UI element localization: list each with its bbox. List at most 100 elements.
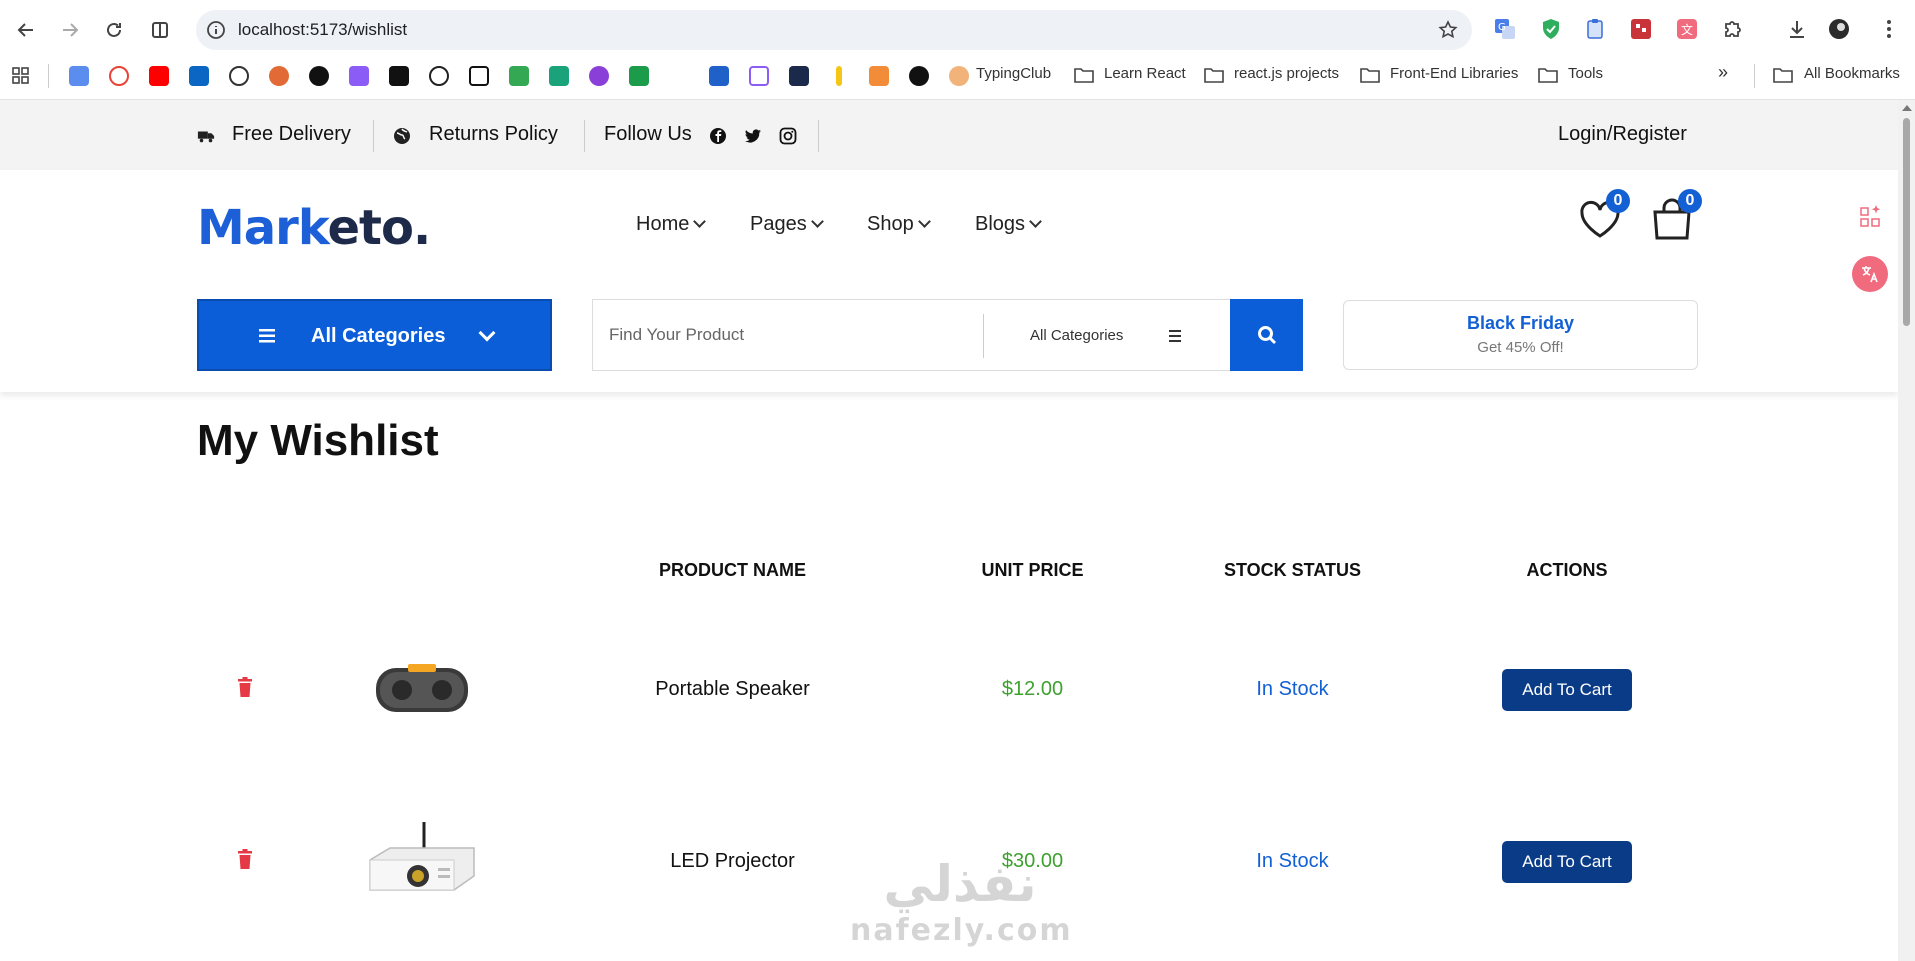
bookmark-openai-icon[interactable] — [309, 66, 329, 86]
search-input[interactable] — [609, 320, 959, 350]
bookmark-linkedin-icon[interactable] — [189, 66, 209, 86]
bookmark-star-icon[interactable] — [1438, 20, 1458, 40]
profile-avatar[interactable] — [1826, 16, 1852, 42]
bookmark-stack-icon[interactable] — [349, 66, 369, 86]
scrollbar-thumb[interactable] — [1903, 118, 1910, 326]
col-actions: ACTIONS — [1526, 560, 1608, 580]
site-info-icon[interactable] — [206, 20, 226, 40]
forward-button[interactable] — [56, 16, 84, 44]
bookmark-google-icon[interactable] — [109, 66, 129, 86]
search-category-select[interactable]: All Categories — [1030, 327, 1123, 344]
trash-icon[interactable] — [237, 677, 253, 697]
bookmark-chatgpt-icon[interactable] — [229, 66, 249, 86]
sparkle-grid-icon[interactable] — [1860, 204, 1882, 228]
portable-speaker-image[interactable] — [372, 658, 472, 720]
chevron-down-icon — [693, 215, 707, 228]
bookmark-e-icon[interactable] — [709, 66, 729, 86]
nav-blogs-label: Blogs — [975, 213, 1026, 235]
ext-translate-pink[interactable]: 文 — [1674, 16, 1700, 42]
nav-shop-label: Shop — [867, 213, 914, 235]
bookmark-translate-icon[interactable] — [69, 66, 89, 86]
bookmark-w-icon[interactable] — [629, 66, 649, 86]
login-register-link[interactable]: Login/Register — [1558, 123, 1687, 146]
facebook-icon[interactable] — [709, 127, 727, 145]
scroll-up-arrow-icon[interactable] — [1902, 105, 1912, 111]
apps-grid-icon[interactable] — [11, 66, 31, 86]
bookmark-a-icon[interactable] — [789, 66, 809, 86]
avatar-icon — [1829, 19, 1849, 39]
bookmark-frontend-libraries[interactable]: Front-End Libraries — [1390, 65, 1518, 82]
bookmark-purple-icon[interactable] — [589, 66, 609, 86]
bookmark-github-icon[interactable] — [909, 66, 929, 86]
black-friday-promo[interactable]: Black Friday Get 45% Off! — [1343, 300, 1698, 370]
trash-icon[interactable] — [237, 849, 253, 869]
folder-icon — [1538, 68, 1558, 83]
ext-google-translate[interactable]: G — [1492, 16, 1518, 42]
col-unit-price: UNIT PRICE — [981, 560, 1084, 580]
kebab-menu-icon — [1887, 20, 1891, 38]
free-delivery-label: Free Delivery — [232, 123, 351, 145]
arrow-right-icon — [63, 23, 79, 37]
add-to-cart-button[interactable]: Add To Cart — [1502, 669, 1632, 711]
bookmark-slash-icon[interactable] — [429, 66, 449, 86]
bookmark-notion-icon[interactable] — [469, 66, 489, 86]
bookmark-braces-icon[interactable] — [749, 66, 769, 86]
unit-price: $12.00 — [1001, 678, 1064, 700]
nav-home[interactable]: Home — [636, 213, 707, 236]
bookmark-learn-react[interactable]: Learn React — [1104, 65, 1186, 82]
bookmark-drive-icon[interactable] — [509, 66, 529, 86]
list-icon — [1169, 330, 1181, 342]
bookmark-tools[interactable]: Tools — [1568, 65, 1603, 82]
page-title: My Wishlist — [197, 416, 439, 465]
bookmark-alx-icon[interactable] — [669, 66, 689, 86]
bookmarks-bar: TypingClub Learn React react.js projects… — [0, 60, 1915, 92]
split-view-button[interactable] — [146, 16, 174, 44]
col-stock-status: STOCK STATUS — [1223, 560, 1361, 580]
nav-home-label: Home — [636, 213, 690, 235]
pixel-art-icon — [1631, 19, 1651, 39]
nav-blogs[interactable]: Blogs — [975, 213, 1042, 236]
bookmark-torch-icon[interactable] — [836, 66, 842, 86]
ext-shield[interactable] — [1538, 16, 1564, 42]
product-name[interactable]: Portable Speaker — [640, 678, 825, 701]
follow-us-label: Follow Us — [604, 123, 692, 145]
returns-policy-link[interactable]: Returns Policy — [429, 123, 558, 146]
bookmark-orange-icon[interactable] — [869, 66, 889, 86]
all-categories-button[interactable]: All Categories — [197, 299, 552, 371]
more-bookmarks-button[interactable]: » — [1718, 62, 1728, 83]
twitter-icon[interactable] — [744, 127, 762, 145]
ext-pixel[interactable] — [1628, 16, 1654, 42]
logo-part-2: eto. — [327, 200, 431, 256]
bookmark-black-icon[interactable] — [389, 66, 409, 86]
nav-pages[interactable]: Pages — [750, 213, 824, 236]
nav-shop[interactable]: Shop — [867, 213, 931, 236]
wishlist-count-badge: 0 — [1606, 189, 1630, 213]
bookmark-youtube-icon[interactable] — [149, 66, 169, 86]
translate-floating-button[interactable] — [1852, 256, 1888, 292]
reload-button[interactable] — [100, 16, 128, 44]
search-button[interactable] — [1230, 299, 1303, 371]
led-projector-image[interactable] — [362, 820, 482, 902]
back-button[interactable] — [12, 16, 40, 44]
bookmark-claude-icon[interactable] — [269, 66, 289, 86]
add-to-cart-button[interactable]: Add To Cart — [1502, 841, 1632, 883]
address-bar[interactable]: localhost:5173/wishlist — [196, 10, 1472, 50]
search-icon — [1257, 326, 1276, 345]
bookmark-all[interactable]: All Bookmarks — [1804, 65, 1900, 82]
bookmark-react-projects[interactable]: react.js projects — [1234, 65, 1339, 82]
shield-icon — [1543, 19, 1559, 39]
bookmark-typingclub[interactable]: TypingClub — [976, 65, 1051, 82]
downloads-button[interactable] — [1784, 16, 1810, 42]
site-logo[interactable]: Marketo. — [197, 200, 431, 256]
nav-pages-label: Pages — [750, 213, 807, 235]
logo-part-1: Mark — [197, 200, 328, 256]
bookmark-typingclub-icon[interactable] — [949, 66, 969, 86]
instagram-icon[interactable] — [779, 127, 797, 145]
page-scrollbar[interactable] — [1898, 100, 1915, 961]
extensions-button[interactable] — [1720, 16, 1746, 42]
browser-menu-button[interactable] — [1876, 16, 1902, 42]
ext-clipboard[interactable] — [1582, 16, 1608, 42]
watermark-arabic: نفذلي — [883, 855, 1037, 913]
bookmark-k-icon[interactable] — [549, 66, 569, 86]
product-name[interactable]: LED Projector — [640, 850, 825, 873]
